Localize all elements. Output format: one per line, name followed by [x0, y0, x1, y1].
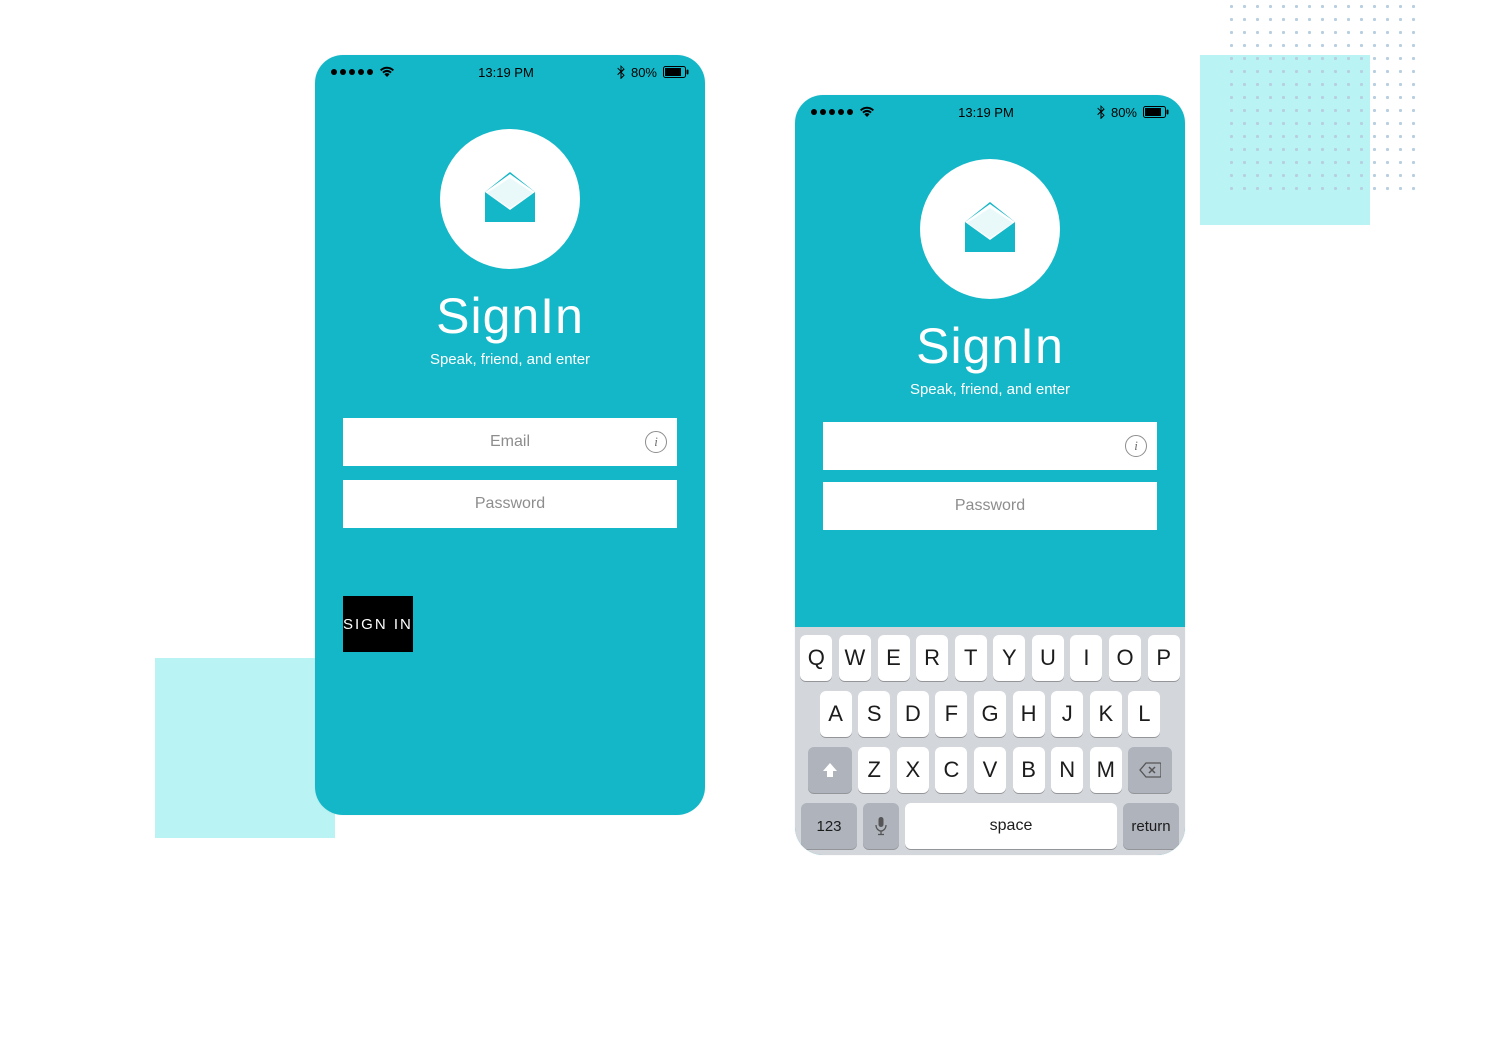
wifi-icon [379, 66, 395, 78]
key-g[interactable]: G [974, 691, 1006, 737]
envelope-open-icon [475, 162, 545, 237]
status-time: 13:19 PM [478, 65, 534, 80]
status-bar: 13:19 PM 80% [315, 55, 705, 89]
key-shift[interactable] [808, 747, 852, 793]
email-field-wrap: i [823, 422, 1157, 470]
key-t[interactable]: T [955, 635, 987, 681]
cellular-signal-icon [811, 109, 853, 115]
info-icon[interactable]: i [645, 431, 667, 453]
key-mic[interactable] [863, 803, 899, 849]
key-n[interactable]: N [1051, 747, 1083, 793]
app-logo [440, 129, 580, 269]
phone-signin-keyboard: 13:19 PM 80% [795, 95, 1185, 855]
key-a[interactable]: A [820, 691, 852, 737]
bluetooth-icon [1097, 105, 1105, 119]
envelope-open-icon [955, 192, 1025, 267]
status-bar: 13:19 PM 80% [795, 95, 1185, 129]
email-field[interactable] [823, 422, 1157, 470]
key-k[interactable]: K [1090, 691, 1122, 737]
key-f[interactable]: F [935, 691, 967, 737]
key-z[interactable]: Z [858, 747, 890, 793]
key-return[interactable]: return [1123, 803, 1179, 849]
battery-icon [1143, 106, 1169, 118]
email-field-wrap: i [343, 418, 677, 466]
key-b[interactable]: B [1013, 747, 1045, 793]
key-r[interactable]: R [916, 635, 948, 681]
key-d[interactable]: D [897, 691, 929, 737]
key-x[interactable]: X [897, 747, 929, 793]
key-backspace[interactable] [1128, 747, 1172, 793]
key-v[interactable]: V [974, 747, 1006, 793]
key-i[interactable]: I [1070, 635, 1102, 681]
key-e[interactable]: E [878, 635, 910, 681]
info-icon[interactable]: i [1125, 435, 1147, 457]
email-field[interactable] [343, 418, 677, 466]
key-c[interactable]: C [935, 747, 967, 793]
key-q[interactable]: Q [800, 635, 832, 681]
app-subtitle: Speak, friend, and enter [430, 351, 590, 368]
key-space[interactable]: space [905, 803, 1117, 849]
app-title: SignIn [436, 287, 584, 345]
key-numbers[interactable]: 123 [801, 803, 857, 849]
cellular-signal-icon [331, 69, 373, 75]
key-l[interactable]: L [1128, 691, 1160, 737]
key-w[interactable]: W [839, 635, 871, 681]
battery-icon [663, 66, 689, 78]
password-field-wrap [343, 480, 677, 528]
key-s[interactable]: S [858, 691, 890, 737]
key-u[interactable]: U [1032, 635, 1064, 681]
password-field[interactable] [343, 480, 677, 528]
phone-signin-idle: 13:19 PM 80% [315, 55, 705, 815]
key-y[interactable]: Y [993, 635, 1025, 681]
onscreen-keyboard: QWERTYUIOP ASDFGHJKL ZXCVBNM 123 space r… [795, 627, 1185, 855]
wifi-icon [859, 106, 875, 118]
signin-button[interactable]: SIGN IN [343, 596, 413, 652]
app-subtitle: Speak, friend, and enter [910, 381, 1070, 398]
battery-percent: 80% [631, 65, 657, 80]
key-h[interactable]: H [1013, 691, 1045, 737]
app-logo [920, 159, 1060, 299]
bluetooth-icon [617, 65, 625, 79]
status-time: 13:19 PM [958, 105, 1014, 120]
key-m[interactable]: M [1090, 747, 1122, 793]
key-o[interactable]: O [1109, 635, 1141, 681]
battery-percent: 80% [1111, 105, 1137, 120]
password-field[interactable] [823, 482, 1157, 530]
password-field-wrap [823, 482, 1157, 530]
key-p[interactable]: P [1148, 635, 1180, 681]
key-j[interactable]: J [1051, 691, 1083, 737]
app-title: SignIn [916, 317, 1064, 375]
